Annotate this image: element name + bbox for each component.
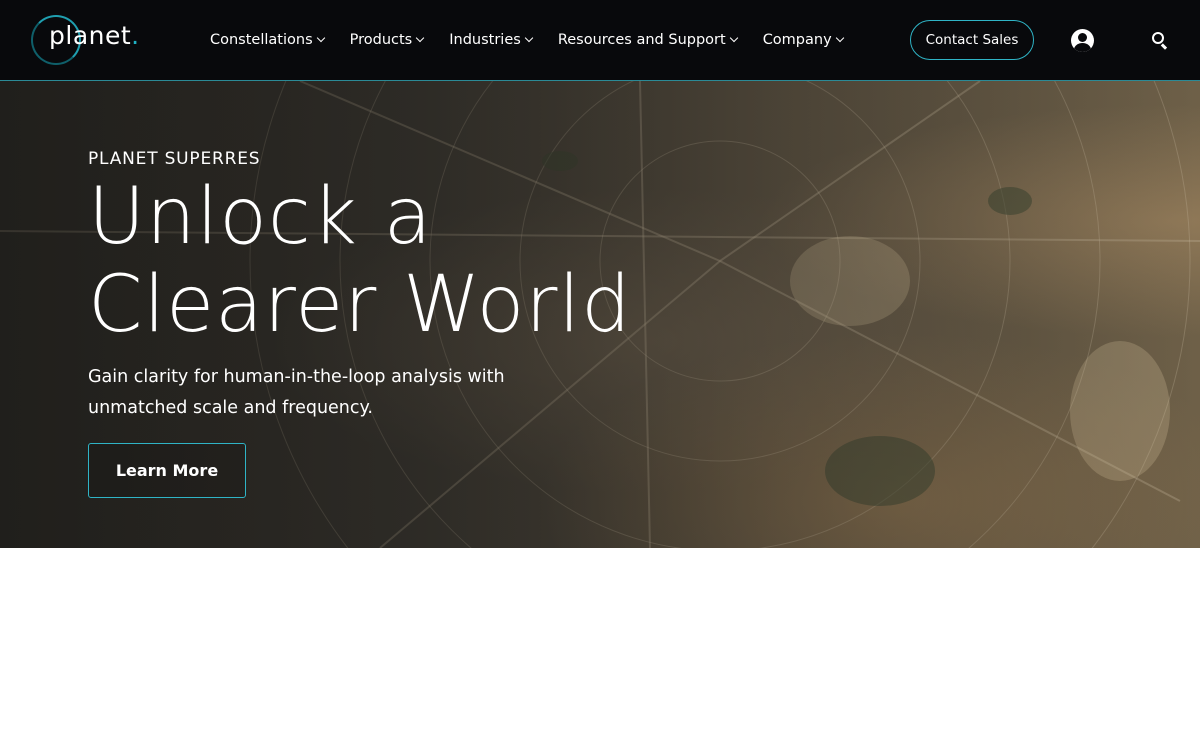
chevron-down-icon	[316, 33, 325, 43]
search-icon[interactable]	[1152, 32, 1168, 50]
contact-sales-button[interactable]: Contact Sales	[910, 20, 1034, 60]
hero-banner: PLANET SUPERRES Unlock a Clearer World G…	[0, 81, 1200, 548]
learn-more-button[interactable]: Learn More	[88, 443, 246, 498]
hero-subtext: Gain clarity for human-in-the-loop analy…	[88, 367, 505, 418]
nav-item-products[interactable]: Products	[349, 32, 425, 48]
nav-item-industries[interactable]: Industries	[449, 32, 534, 48]
nav-item-label: Constellations	[210, 32, 313, 48]
hero-headline-line-1: Unlock a	[88, 172, 433, 262]
logo-text: planet	[49, 21, 132, 50]
site-header: planet. Constellations Products Industri…	[0, 0, 1200, 81]
nav-item-constellations[interactable]: Constellations	[210, 32, 325, 48]
chevron-down-icon	[835, 33, 844, 43]
user-circle-icon[interactable]	[1071, 29, 1094, 52]
planet-logo[interactable]: planet.	[31, 15, 141, 67]
logo-dot: .	[131, 21, 140, 50]
hero-headline-line-2: Clearer World	[88, 260, 632, 350]
main-nav: Constellations Products Industries Resou…	[210, 29, 869, 51]
nav-item-label: Industries	[449, 32, 521, 48]
nav-item-label: Products	[349, 32, 413, 48]
nav-item-label: Company	[762, 32, 832, 48]
chevron-down-icon	[729, 33, 738, 43]
nav-item-label: Resources and Support	[557, 32, 726, 48]
hero-headline: Unlock a Clearer World	[88, 173, 632, 349]
chevron-down-icon	[524, 33, 534, 43]
hero-eyebrow: PLANET SUPERRES	[88, 149, 261, 169]
chevron-down-icon	[415, 33, 425, 43]
nav-item-resources-and-support[interactable]: Resources and Support	[557, 32, 738, 48]
nav-item-company[interactable]: Company	[762, 32, 844, 48]
